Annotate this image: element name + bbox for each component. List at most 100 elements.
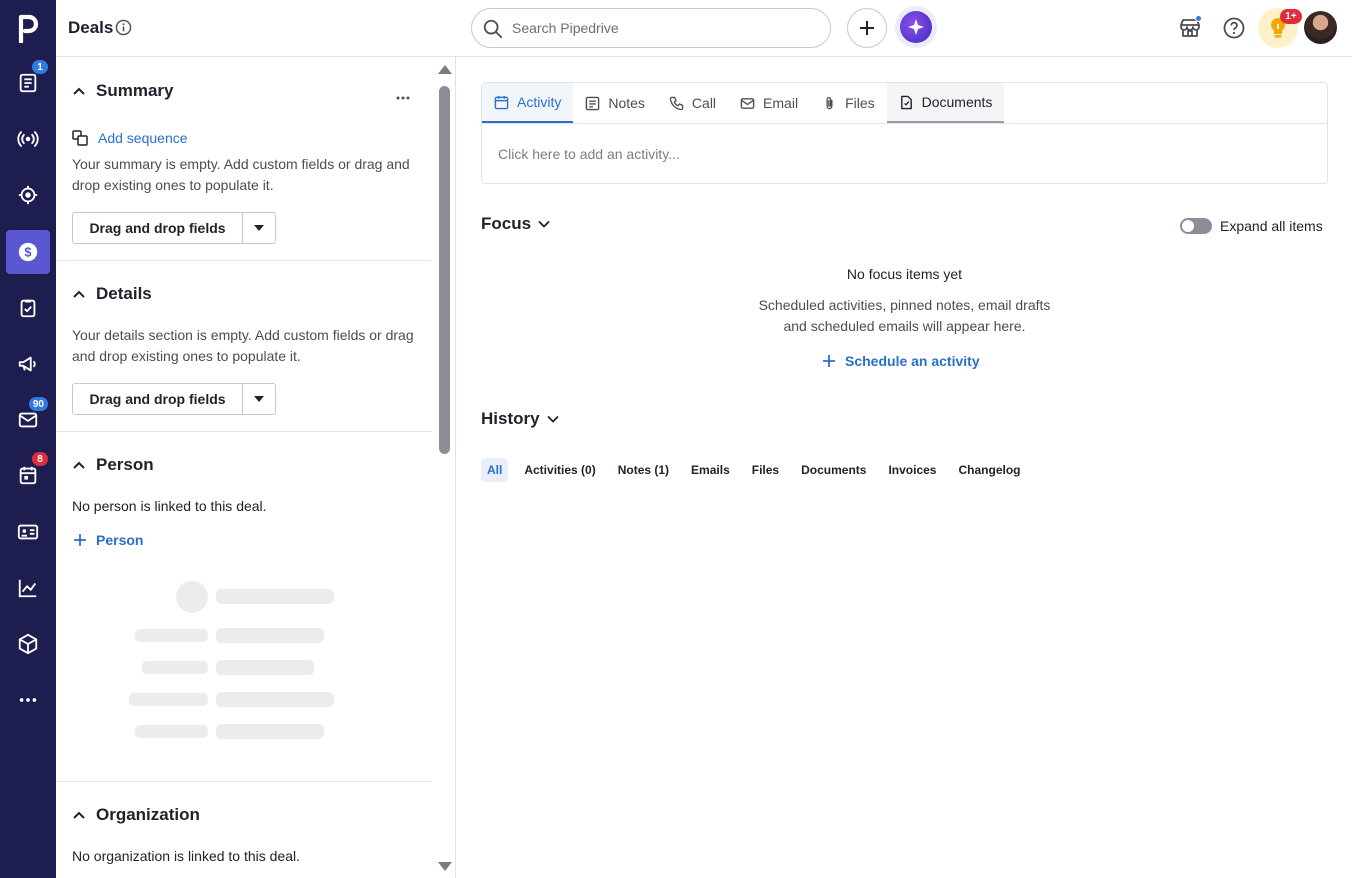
nav-leads-inbox[interactable]: 1 (6, 60, 50, 105)
summary-more-button[interactable] (396, 87, 410, 105)
focus-header[interactable]: Focus (481, 214, 551, 234)
skeleton-line (216, 589, 334, 604)
search-icon (483, 19, 503, 39)
filter-all[interactable]: All (481, 458, 509, 482)
schedule-activity-link[interactable]: Schedule an activity (823, 353, 980, 369)
history-header[interactable]: History (481, 409, 560, 429)
skeleton-line (135, 629, 208, 642)
nav-more[interactable] (6, 678, 50, 722)
tab-label: Documents (921, 94, 993, 110)
nav-deals[interactable]: $ (6, 230, 50, 274)
skeleton-line (216, 660, 314, 675)
pipedrive-logo[interactable] (0, 0, 56, 56)
add-person-link[interactable]: Person (74, 532, 143, 548)
nav-insights[interactable] (6, 566, 50, 610)
person-header[interactable]: Person (72, 455, 154, 475)
chevron-up-icon (73, 290, 85, 298)
section-divider (56, 781, 432, 782)
summary-header[interactable]: Summary (72, 81, 173, 101)
sequence-icon (72, 130, 88, 146)
filter-notes[interactable]: Notes (1) (612, 458, 675, 482)
filter-emails[interactable]: Emails (685, 458, 736, 482)
filter-changelog[interactable]: Changelog (952, 458, 1026, 482)
history-filters: All Activities (0) Notes (1) Emails File… (481, 458, 1032, 482)
skeleton-line (142, 661, 208, 674)
more-icon (19, 698, 37, 702)
filter-activities[interactable]: Activities (0) (518, 458, 601, 482)
add-sequence-link[interactable]: Add sequence (72, 130, 188, 146)
filter-invoices[interactable]: Invoices (882, 458, 942, 482)
details-drag-drop-dropdown[interactable] (243, 384, 275, 414)
broadcast-icon (17, 131, 39, 147)
svg-text:$: $ (24, 245, 31, 260)
tab-activity[interactable]: Activity (482, 83, 574, 123)
left-nav: 1 $ 90 8 (0, 0, 56, 878)
nav-mail[interactable]: 90 (6, 397, 50, 442)
nav-badge: 8 (32, 452, 48, 466)
chevron-up-icon (73, 87, 85, 95)
summary-title: Summary (96, 81, 174, 100)
calendar-icon (494, 95, 509, 109)
chevron-down-icon (538, 220, 550, 228)
nav-radar[interactable] (6, 117, 50, 161)
activity-composer: Activity Notes Call Email Files Document… (481, 82, 1328, 184)
deal-main: Activity Notes Call Email Files Document… (457, 57, 1352, 878)
nav-calendar[interactable]: 8 (6, 452, 50, 497)
summary-drag-drop-main[interactable]: Drag and drop fields (73, 213, 243, 243)
contact-card-icon (17, 524, 39, 540)
summary-drag-drop-dropdown[interactable] (243, 213, 275, 243)
plus-icon (74, 534, 86, 546)
nav-projects[interactable] (6, 173, 50, 217)
envelope-icon (740, 97, 755, 109)
tab-files[interactable]: Files (810, 83, 887, 123)
details-title: Details (96, 284, 152, 303)
envelope-icon (18, 412, 38, 428)
more-horizontal-icon (396, 96, 410, 100)
user-avatar[interactable] (1304, 11, 1337, 44)
nav-products[interactable] (6, 622, 50, 666)
skeleton-line (135, 725, 208, 738)
sidebar-scrollbar[interactable] (439, 86, 450, 454)
note-icon (586, 96, 600, 110)
tab-email[interactable]: Email (728, 83, 810, 123)
skeleton-line (216, 628, 324, 643)
skeleton-avatar (176, 581, 208, 613)
toggle-switch[interactable] (1180, 218, 1212, 234)
add-activity-input[interactable]: Click here to add an activity... (498, 146, 680, 162)
scroll-up-arrow[interactable] (438, 65, 452, 74)
add-sequence-label: Add sequence (98, 130, 188, 146)
composer-tabs: Activity Notes Call Email Files Document… (482, 83, 1327, 124)
nav-activities[interactable] (6, 286, 50, 330)
tab-call[interactable]: Call (657, 83, 728, 123)
skeleton-line (216, 724, 324, 739)
marketplace-dot-badge (1195, 15, 1202, 22)
details-drag-drop-main[interactable]: Drag and drop fields (73, 384, 243, 414)
target-icon (18, 185, 38, 205)
scroll-down-arrow[interactable] (438, 862, 452, 871)
search-box[interactable] (471, 8, 831, 48)
filter-documents[interactable]: Documents (795, 458, 872, 482)
details-header[interactable]: Details (72, 284, 152, 304)
tab-notes[interactable]: Notes (573, 83, 657, 123)
filter-files[interactable]: Files (746, 458, 785, 482)
section-divider (56, 431, 432, 432)
chevron-up-icon (73, 811, 85, 819)
person-empty-text: No person is linked to this deal. (72, 498, 267, 514)
pipedrive-logo-icon (18, 14, 39, 43)
focus-empty-line: Scheduled activities, pinned notes, emai… (758, 297, 1051, 313)
organization-header[interactable]: Organization (72, 805, 200, 825)
caret-down-icon (254, 225, 264, 231)
nav-campaigns[interactable] (6, 342, 50, 386)
expand-all-toggle[interactable]: Expand all items (1180, 218, 1323, 234)
ai-assistant-button[interactable] (895, 6, 937, 48)
tab-label: Call (691, 95, 717, 111)
search-input[interactable] (512, 17, 812, 39)
info-icon[interactable] (115, 19, 132, 36)
help-button[interactable] (1220, 14, 1248, 42)
nav-contacts[interactable] (6, 510, 50, 554)
person-title: Person (96, 455, 154, 474)
summary-drag-drop-button: Drag and drop fields (72, 212, 276, 244)
tab-documents[interactable]: Documents (886, 83, 1005, 123)
box-icon (18, 633, 38, 655)
quick-add-button[interactable] (847, 8, 887, 48)
